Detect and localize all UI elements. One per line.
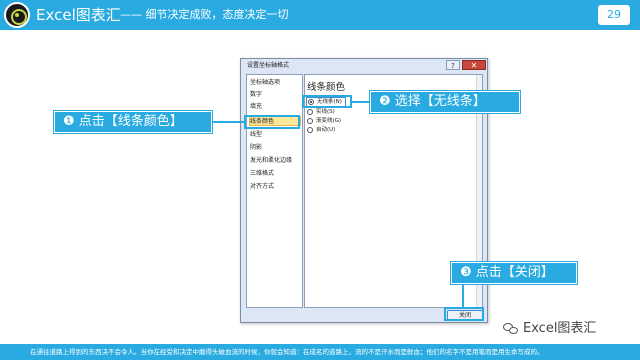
callout-connector-1 bbox=[212, 121, 245, 123]
page-number: 29 bbox=[598, 5, 630, 25]
callout-step-2: ❷ 选择【无线条】 bbox=[370, 91, 520, 113]
radio-automatic[interactable]: 自动(U) bbox=[307, 125, 335, 135]
radio-icon bbox=[307, 109, 313, 115]
dialog-title: 设置坐标轴格式 bbox=[247, 62, 290, 69]
category-item-3d-format[interactable]: 三维格式 bbox=[250, 169, 302, 179]
header-bar: Excel图表汇 —— 细节决定成败，态度决定一切 29 bbox=[0, 0, 640, 30]
highlight-close bbox=[444, 307, 484, 321]
panel-heading: 线条颜色 bbox=[307, 82, 346, 93]
wechat-brand: Excel图表汇 bbox=[503, 320, 596, 338]
callout-step-1: ❶ 点击【线条颜色】 bbox=[54, 111, 212, 133]
category-item-number[interactable]: 数字 bbox=[250, 90, 302, 100]
category-item-glow[interactable]: 发光和柔化边缘 bbox=[250, 156, 302, 166]
close-icon[interactable]: ✕ bbox=[462, 60, 486, 70]
category-item-shadow[interactable]: 阴影 bbox=[250, 143, 302, 153]
header-title: Excel图表汇 bbox=[36, 6, 121, 24]
highlight-line-color bbox=[244, 115, 300, 129]
brand-text: Excel图表汇 bbox=[523, 321, 597, 336]
logo-icon bbox=[4, 2, 30, 28]
category-item-axis-options[interactable]: 坐标轴选项 bbox=[250, 78, 302, 88]
callout-step-3: ❸ 点击【关闭】 bbox=[451, 262, 577, 284]
wechat-icon bbox=[503, 322, 519, 336]
radio-label: 实线(S) bbox=[316, 109, 335, 115]
category-item-alignment[interactable]: 对齐方式 bbox=[250, 182, 302, 192]
radio-icon bbox=[307, 127, 313, 133]
category-item-line-style[interactable]: 线型 bbox=[250, 130, 302, 140]
callout-connector-3 bbox=[462, 284, 464, 307]
radio-label: 渐变线(G) bbox=[316, 118, 342, 124]
category-list: 坐标轴选项 数字 填充 线条颜色 线型 阴影 发光和柔化边缘 三维格式 对齐方式 bbox=[246, 74, 303, 308]
radio-icon bbox=[307, 118, 313, 124]
footer-text: 在通往道路上得到的东西决不会令人。当你在经受和决定中磨得头破血流的时候，你就会知… bbox=[30, 348, 544, 356]
header-subtitle: —— 细节决定成败，态度决定一切 bbox=[120, 8, 289, 21]
category-item-fill[interactable]: 填充 bbox=[250, 102, 302, 112]
callout-connector-2 bbox=[352, 101, 370, 103]
footer-bar: 在通往道路上得到的东西决不会令人。当你在经受和决定中磨得头破血流的时候，你就会知… bbox=[0, 344, 640, 360]
radio-label: 自动(U) bbox=[316, 127, 336, 133]
help-icon[interactable]: ? bbox=[446, 60, 460, 70]
highlight-no-line bbox=[302, 95, 352, 108]
